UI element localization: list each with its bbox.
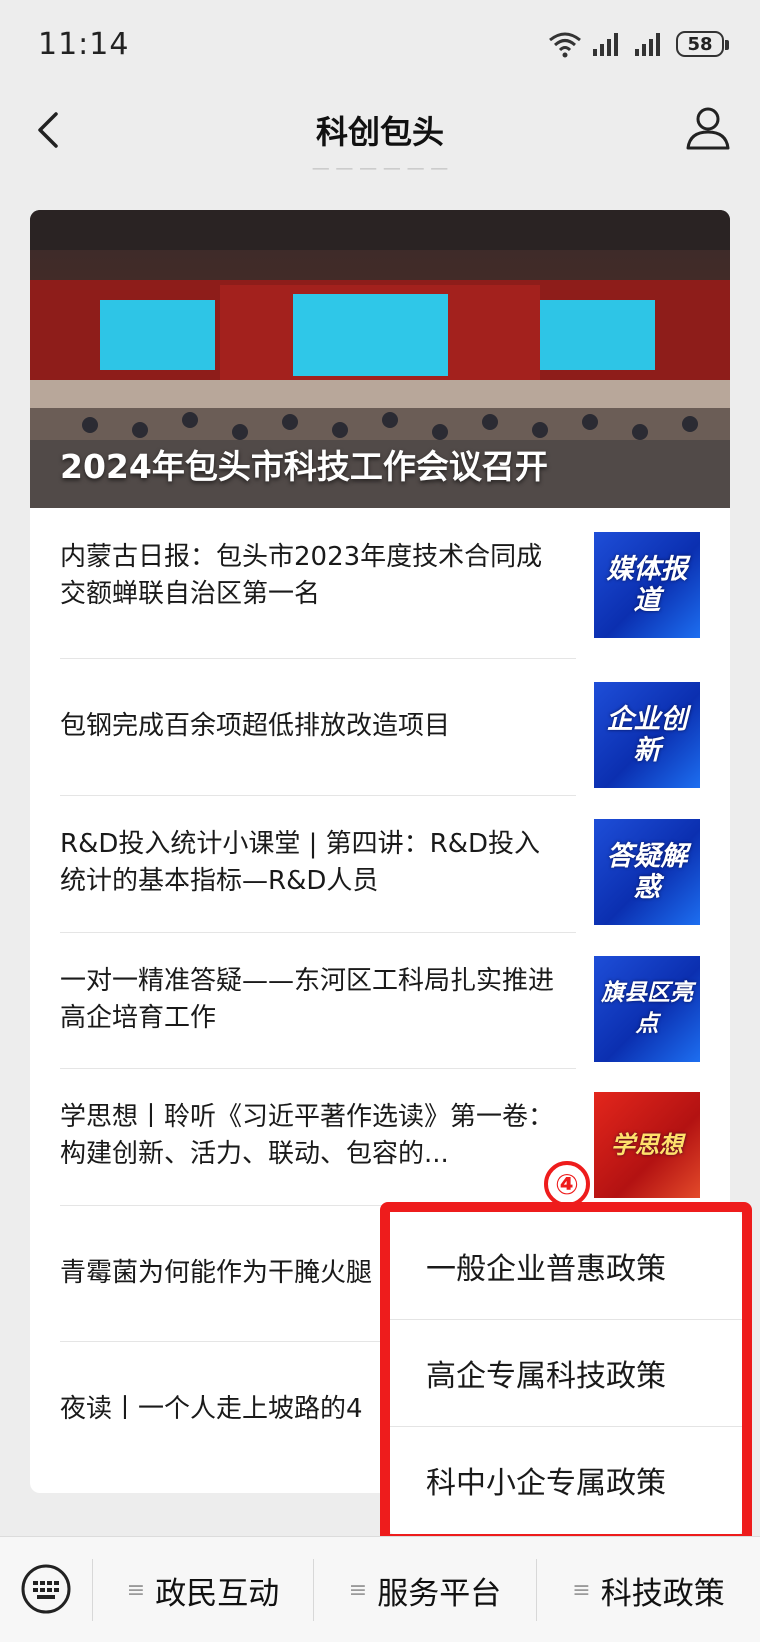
- scrolled-timestamp-fragment: — — — — — —: [311, 158, 449, 172]
- menu-lines-icon: ≡: [348, 1577, 368, 1603]
- tab-service-platform[interactable]: ≡ 服务平台: [314, 1537, 536, 1642]
- signal-icon: [593, 33, 618, 56]
- menu-lines-icon: ≡: [572, 1577, 591, 1603]
- status-icons: 58: [548, 30, 729, 58]
- article-title: 学思想丨聆听《习近平著作选读》第一卷：构建创新、活力、联动、包容的...: [60, 1102, 555, 1169]
- list-item[interactable]: 内蒙古日报：包头市2023年度技术合同成交额蝉联自治区第一名 媒体报道: [60, 508, 700, 644]
- hero-caption: 2024年包头市科技工作会议召开: [60, 447, 548, 486]
- article-thumbnail: 企业创新: [594, 682, 700, 788]
- list-item[interactable]: 包钢完成百余项超低排放改造项目 企业创新: [60, 658, 700, 794]
- tab-label: 服务平台: [377, 1575, 502, 1612]
- hero-article[interactable]: 2024年包头市科技工作会议召开: [30, 210, 730, 508]
- article-title: 一对一精准答疑——东河区工科局扎实推进高企培育工作: [60, 966, 555, 1033]
- keyboard-icon[interactable]: [20, 1563, 72, 1615]
- step-number-badge: ④: [544, 1161, 590, 1207]
- page-title: 科创包头: [315, 113, 444, 151]
- tab-label: 政民互动: [155, 1575, 280, 1612]
- user-profile-icon[interactable]: [682, 102, 734, 154]
- list-item[interactable]: 学思想丨聆听《习近平著作选读》第一卷：构建创新、活力、联动、包容的... 学思想: [60, 1068, 700, 1204]
- article-thumbnail: 媒体报道: [594, 532, 700, 638]
- article-title: R&D投入统计小课堂 | 第四讲：R&D投入统计的基本指标—R&D人员: [60, 829, 541, 896]
- signal-icon-2: [635, 33, 660, 56]
- article-thumbnail: 答疑解惑: [594, 819, 700, 925]
- back-arrow-icon[interactable]: [26, 106, 74, 154]
- list-item[interactable]: R&D投入统计小课堂 | 第四讲：R&D投入统计的基本指标—R&D人员 答疑解惑: [60, 795, 700, 931]
- status-time: 11:14: [38, 26, 130, 62]
- wifi-icon: [549, 32, 581, 58]
- highlight-box: [380, 1202, 752, 1544]
- list-item[interactable]: 一对一精准答疑——东河区工科局扎实推进高企培育工作 旗县区亮点: [60, 932, 700, 1068]
- article-thumbnail: 旗县区亮点: [594, 956, 700, 1062]
- tab-label: 科技政策: [600, 1575, 725, 1612]
- status-bar: 11:14 58: [0, 0, 760, 88]
- article-title: 包钢完成百余项超低排放改造项目: [60, 710, 451, 741]
- article-thumbnail: 学思想: [594, 1092, 700, 1198]
- battery-icon: 58: [676, 31, 729, 57]
- menu-lines-icon: ≡: [126, 1577, 146, 1603]
- bottom-menu-bar: ≡ 政民互动 ≡ 服务平台 ≡ 科技政策: [0, 1536, 760, 1642]
- article-title: 内蒙古日报：包头市2023年度技术合同成交额蝉联自治区第一名: [60, 542, 543, 609]
- tab-citizen-interaction[interactable]: ≡ 政民互动: [93, 1537, 313, 1642]
- tab-tech-policy[interactable]: ≡ 科技政策: [537, 1537, 760, 1642]
